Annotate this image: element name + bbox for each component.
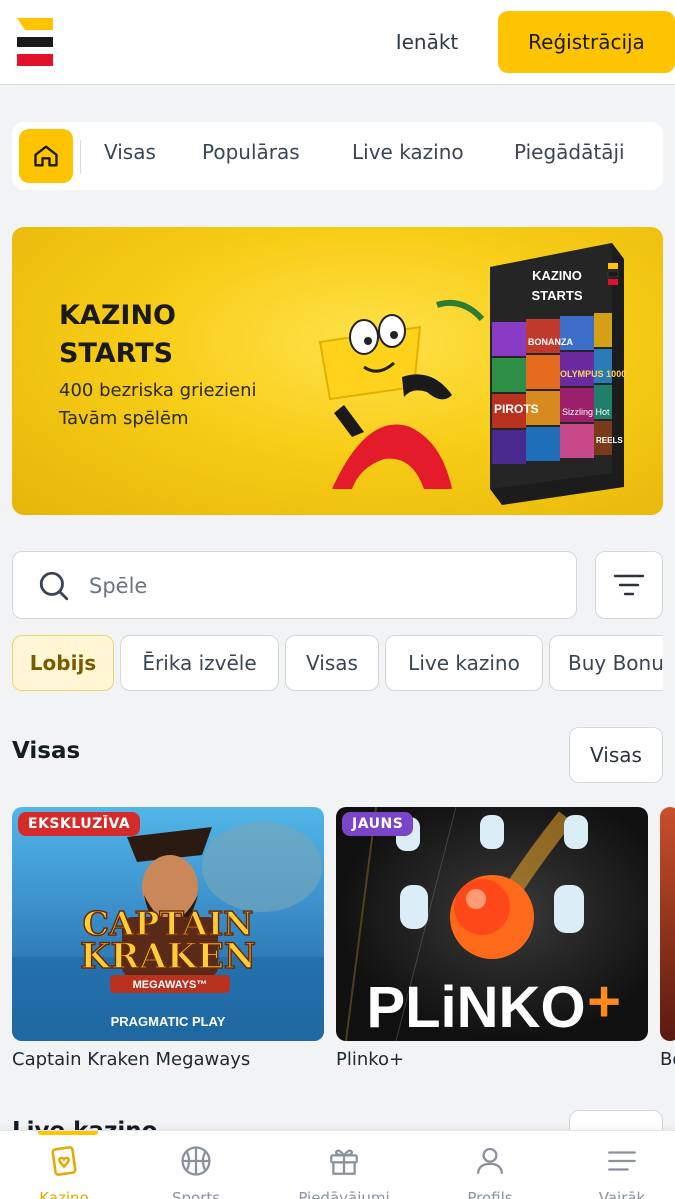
filter-button[interactable] <box>595 551 663 619</box>
svg-text:STARTS: STARTS <box>531 288 582 303</box>
active-indicator <box>38 1131 98 1135</box>
app-header: Ienākt Reģistrācija <box>0 0 675 85</box>
brand-logo[interactable] <box>17 18 53 66</box>
game-card-partial[interactable] <box>660 807 675 1041</box>
user-icon <box>476 1147 504 1174</box>
game-card-captain-kraken[interactable]: CAPTAIN KRAKEN MEGAWAYS™ PRAGMATIC PLAY … <box>12 807 324 1041</box>
home-icon <box>34 145 58 167</box>
tab-popular[interactable]: Populāras <box>202 140 300 164</box>
game-title: Bo <box>660 1049 675 1070</box>
svg-text:Sizzling Hot: Sizzling Hot <box>562 407 610 417</box>
bottom-nav: Kazino Sports Piedāvājumi Profils Vairāk <box>0 1130 675 1199</box>
menu-icon <box>608 1151 636 1171</box>
svg-text:MEGAWAYS™: MEGAWAYS™ <box>133 979 208 991</box>
filter-icon <box>613 574 645 596</box>
casino-card-icon <box>51 1146 77 1176</box>
basketball-icon <box>181 1146 211 1176</box>
register-button[interactable]: Reģistrācija <box>498 11 675 73</box>
section-title: Visas <box>12 738 81 764</box>
game-title: Captain Kraken Megaways <box>12 1049 251 1070</box>
chip-lobby[interactable]: Lobijs <box>12 635 114 691</box>
svg-text:KAZINO: KAZINO <box>532 268 582 283</box>
bottom-nav-more[interactable]: Vairāk <box>562 1131 675 1199</box>
search-icon <box>39 571 69 601</box>
promo-banner[interactable]: KAZINO STARTS 400 bezriska griezieni Tav… <box>12 227 663 515</box>
bottom-nav-casino[interactable]: Kazino <box>4 1131 124 1199</box>
new-badge: JAUNS <box>342 812 414 836</box>
chip-eriks-choice[interactable]: Ērika izvēle <box>120 635 279 691</box>
svg-text:KRAKEN: KRAKEN <box>80 936 256 977</box>
plinko-artwork: PLiNKO + <box>345 807 621 1041</box>
bottom-nav-offers[interactable]: Piedāvājumi <box>284 1131 404 1199</box>
game-title: Plinko+ <box>336 1049 405 1070</box>
home-button[interactable] <box>19 129 73 183</box>
chip-live-casino[interactable]: Live kazino <box>385 635 543 691</box>
banner-illustration: KAZINO STARTS PIROTS OLYMPUS 1000 Sizzli… <box>318 243 626 505</box>
bottom-nav-profile[interactable]: Profils <box>430 1131 550 1199</box>
svg-text:+: + <box>587 969 621 1034</box>
category-nav: Visas Populāras Live kazino Piegādātāji <box>12 122 663 190</box>
svg-text:BONANZA: BONANZA <box>528 337 573 347</box>
bottom-nav-sports[interactable]: Sports <box>136 1131 256 1199</box>
svg-text:PIROTS: PIROTS <box>494 402 539 416</box>
tab-live-casino[interactable]: Live kazino <box>352 140 464 164</box>
gift-icon <box>330 1149 358 1175</box>
tab-all[interactable]: Visas <box>104 140 156 164</box>
chip-buy-bonus[interactable]: Buy Bonus <box>549 635 663 691</box>
view-all-button[interactable]: Visas <box>569 727 663 783</box>
search-input[interactable] <box>89 570 549 602</box>
tab-providers[interactable]: Piegādātāji <box>514 140 625 164</box>
game-card-plinko[interactable]: PLiNKO + JAUNS <box>336 807 648 1041</box>
svg-text:REELS: REELS <box>596 436 623 445</box>
svg-text:OLYMPUS 1000: OLYMPUS 1000 <box>560 369 626 379</box>
game-search <box>12 551 577 619</box>
nav-divider <box>80 140 81 174</box>
login-button[interactable]: Ienākt <box>376 12 478 72</box>
svg-text:PLiNKO: PLiNKO <box>366 975 585 1040</box>
svg-text:PRAGMATIC PLAY: PRAGMATIC PLAY <box>111 1014 226 1029</box>
chip-all[interactable]: Visas <box>285 635 379 691</box>
captain-kraken-artwork: CAPTAIN KRAKEN MEGAWAYS™ PRAGMATIC PLAY <box>12 822 324 1041</box>
filter-chips: Lobijs Ērika izvēle Visas Live kazino Bu… <box>12 635 663 692</box>
exclusive-badge: EKSKLUZĪVA <box>18 812 141 836</box>
